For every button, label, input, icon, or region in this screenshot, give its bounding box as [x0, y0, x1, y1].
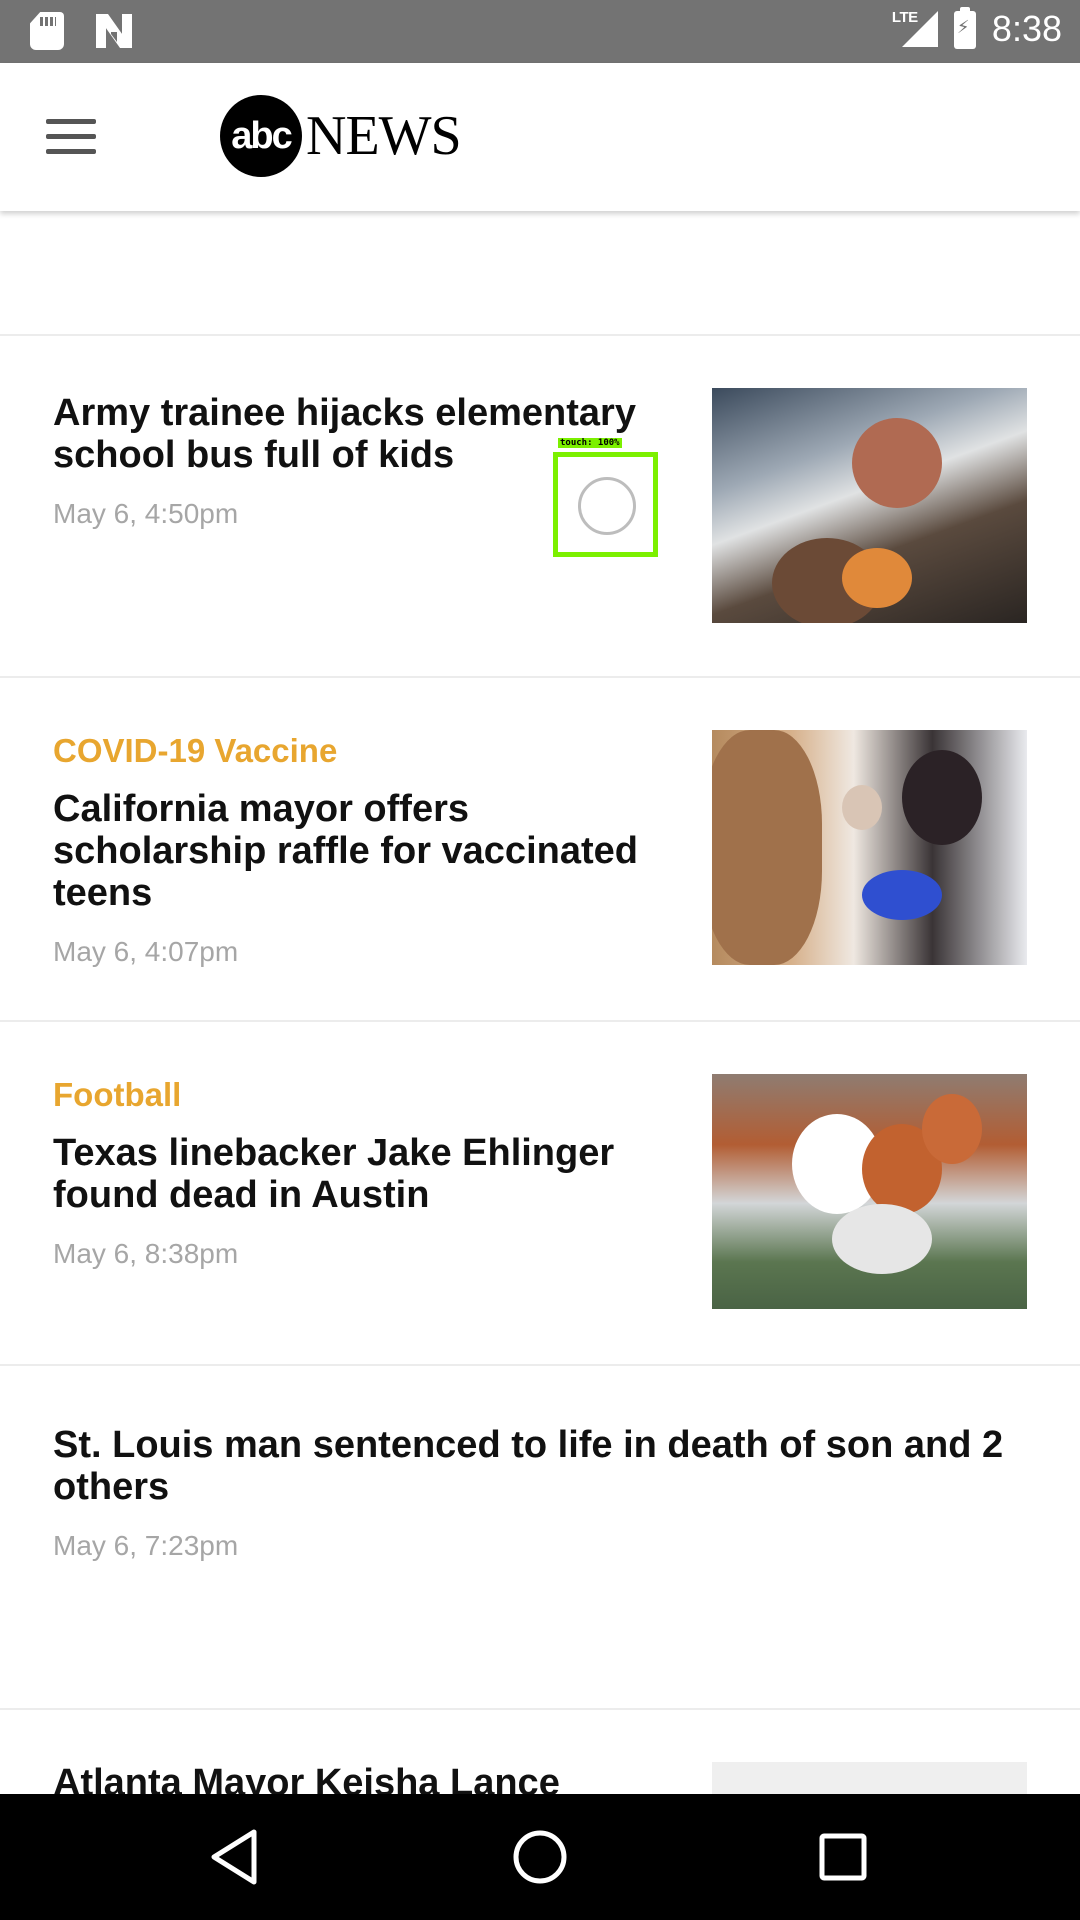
- story-text: COVID-19 Vaccine California mayor offers…: [53, 732, 673, 968]
- story-thumbnail[interactable]: [712, 1762, 1027, 1794]
- story-timestamp: May 6, 7:23pm: [53, 1530, 239, 1561]
- story-card[interactable]: St. Louis man sentenced to life in death…: [0, 1366, 1080, 1710]
- touch-indicator: touch: 100%: [553, 438, 658, 557]
- story-timestamp: May 6, 4:07pm: [53, 936, 239, 967]
- story-headline: Atlanta Mayor Keisha Lance: [53, 1762, 560, 1794]
- lte-signal-icon: LTE: [892, 9, 938, 49]
- story-card[interactable]: Football Texas linebacker Jake Ehlinger …: [0, 1022, 1080, 1366]
- touch-indicator-label: touch: 100%: [558, 438, 622, 448]
- home-icon[interactable]: [505, 1824, 575, 1890]
- story-card[interactable]: Atlanta Mayor Keisha Lance: [0, 1710, 1080, 1794]
- story-text: Football Texas linebacker Jake Ehlinger …: [53, 1076, 673, 1270]
- battery-charging-icon: [953, 7, 976, 49]
- status-clock: 8:38: [991, 8, 1062, 49]
- n-notification-icon: [94, 12, 134, 50]
- app-header: abc NEWS: [0, 63, 1080, 211]
- status-bar: LTE 8:38: [0, 0, 1080, 63]
- system-nav-bar: [0, 1794, 1080, 1920]
- story-text: St. Louis man sentenced to life in death…: [53, 1424, 1033, 1562]
- story-headline: California mayor offers scholarship raff…: [53, 788, 638, 914]
- recent-apps-icon[interactable]: [808, 1824, 878, 1890]
- touch-point-icon: [578, 477, 636, 535]
- hamburger-menu-icon[interactable]: [44, 117, 100, 157]
- story-card[interactable]: Army trainee hijacks elementary school b…: [0, 336, 1080, 678]
- ad-placeholder: [0, 211, 1080, 336]
- story-thumbnail[interactable]: [712, 730, 1027, 965]
- abc-news-logo[interactable]: abc NEWS: [220, 95, 462, 177]
- story-category[interactable]: COVID-19 Vaccine: [53, 732, 673, 770]
- sd-card-icon: [30, 12, 64, 50]
- news-wordmark: NEWS: [306, 105, 462, 167]
- story-text: Atlanta Mayor Keisha Lance: [53, 1762, 673, 1794]
- story-thumbnail[interactable]: [712, 388, 1027, 623]
- abc-logo-circle: abc: [220, 95, 302, 177]
- back-icon[interactable]: [200, 1824, 270, 1890]
- story-card[interactable]: COVID-19 Vaccine California mayor offers…: [0, 678, 1080, 1022]
- story-headline: Texas linebacker Jake Ehlinger found dea…: [53, 1132, 615, 1216]
- story-thumbnail[interactable]: [712, 1074, 1027, 1309]
- story-category[interactable]: Football: [53, 1076, 673, 1114]
- story-headline: St. Louis man sentenced to life in death…: [53, 1424, 1004, 1508]
- news-feed[interactable]: Army trainee hijacks elementary school b…: [0, 211, 1080, 1794]
- story-timestamp: May 6, 8:38pm: [53, 1238, 239, 1269]
